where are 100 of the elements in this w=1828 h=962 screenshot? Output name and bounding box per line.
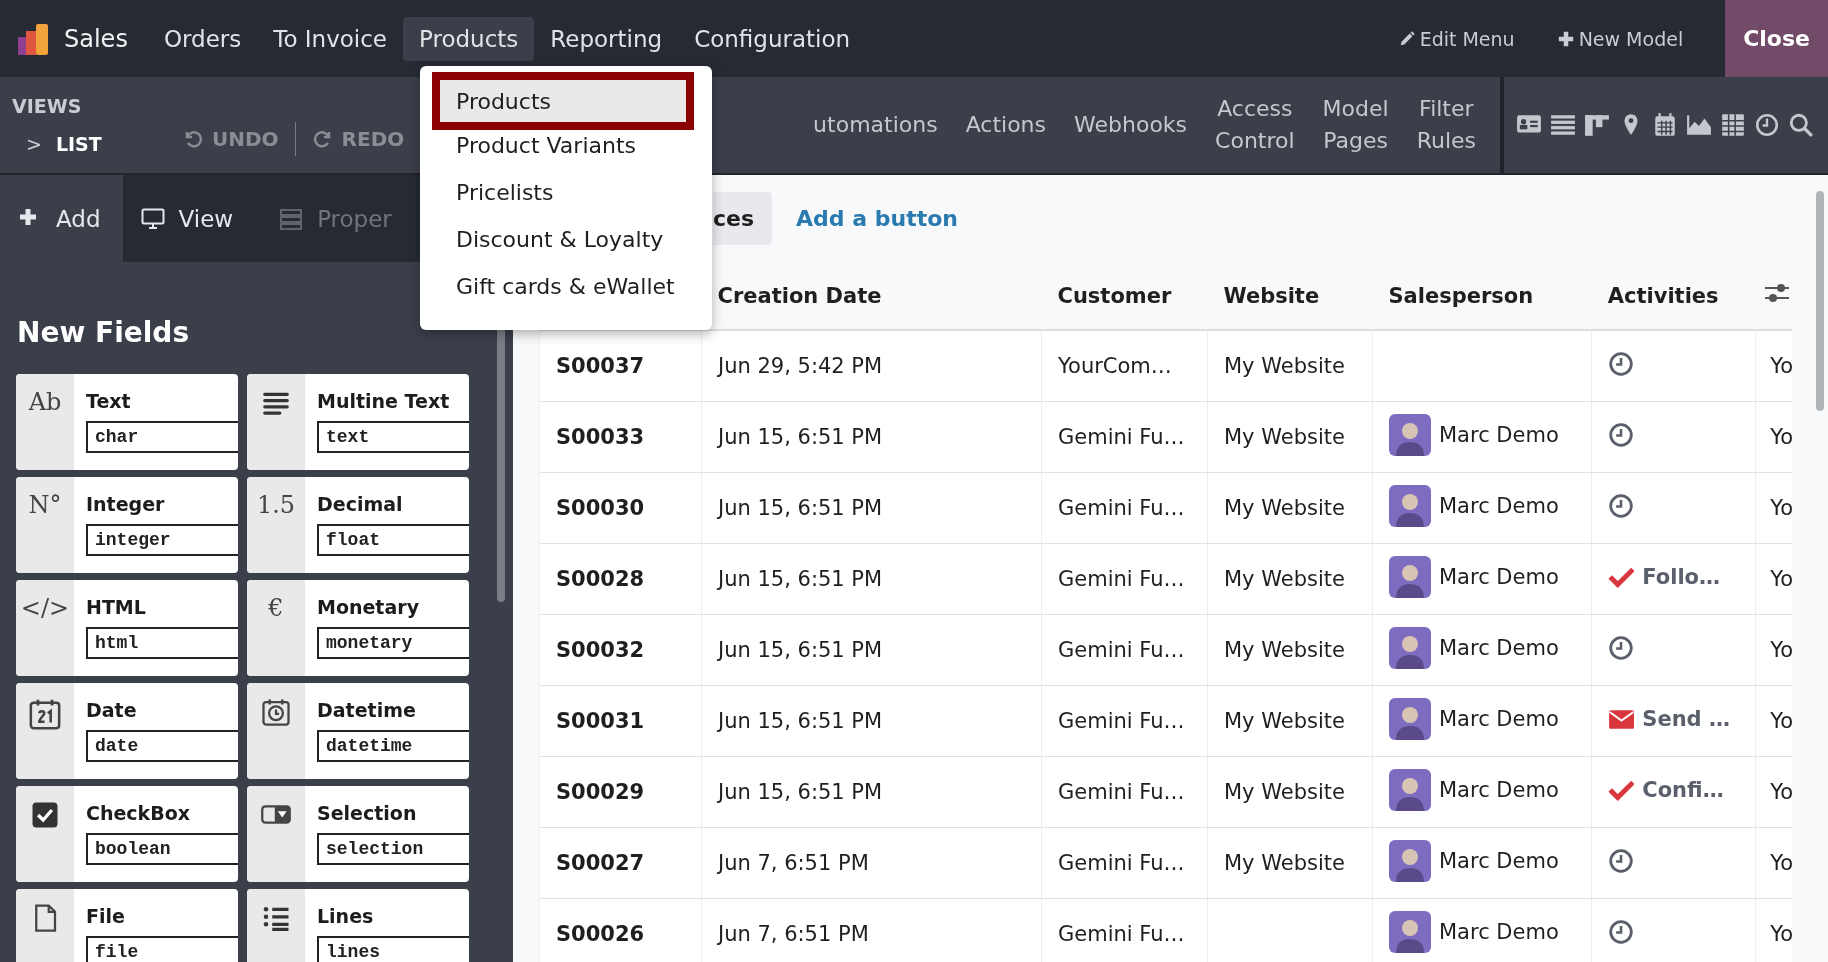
close-button[interactable]: Close bbox=[1725, 0, 1828, 77]
view-item[interactable]: LIST bbox=[55, 133, 102, 155]
menu-item[interactable]: Actions bbox=[965, 109, 1047, 141]
avatar-icon bbox=[1388, 555, 1431, 598]
column-header[interactable]: Salesperson bbox=[1388, 283, 1534, 308]
clock-icon[interactable] bbox=[1608, 421, 1635, 448]
order-number: S00029 bbox=[556, 780, 645, 804]
menu-item[interactable]: Products bbox=[403, 16, 535, 61]
clock-icon[interactable] bbox=[1608, 350, 1635, 377]
salesperson-name: Marc Demo bbox=[1438, 777, 1559, 802]
field-card[interactable]: € Monetary monetary bbox=[247, 580, 469, 676]
field-label: Datetime bbox=[317, 699, 417, 721]
field-card[interactable]: Selection selection bbox=[247, 786, 469, 882]
table-cell: Yo bbox=[1770, 922, 1792, 946]
sliders-icon[interactable] bbox=[1763, 282, 1790, 304]
search-icon[interactable] bbox=[1788, 112, 1814, 138]
field-card[interactable]: Lines lines bbox=[247, 889, 469, 962]
salesperson-name: Marc Demo bbox=[1438, 635, 1559, 660]
field-type-box: monetary bbox=[317, 627, 469, 659]
activity-summary[interactable]: Confi… bbox=[1642, 777, 1724, 802]
clock-icon[interactable] bbox=[1608, 492, 1635, 519]
clock-icon[interactable] bbox=[1608, 634, 1635, 661]
column-header[interactable]: Activities bbox=[1607, 283, 1719, 308]
menu-item[interactable]: Access Control bbox=[1215, 93, 1295, 157]
field-card[interactable]: 1.5 Decimal float bbox=[247, 477, 469, 573]
plus-icon bbox=[1556, 29, 1575, 48]
scrollbar[interactable] bbox=[1816, 191, 1824, 411]
field-card[interactable]: Datetime datetime bbox=[247, 683, 469, 779]
order-number: S00028 bbox=[556, 567, 645, 591]
salesperson-name: Marc Demo bbox=[1438, 919, 1559, 944]
field-card[interactable]: Ab Text char bbox=[16, 374, 238, 470]
table-cell: My Website bbox=[1224, 354, 1345, 378]
clock-icon[interactable] bbox=[1608, 847, 1635, 874]
area-chart-icon[interactable] bbox=[1686, 112, 1712, 138]
panel-tab[interactable]: View bbox=[122, 175, 256, 262]
menu-item[interactable]: Configuration bbox=[678, 16, 867, 61]
order-number: S00031 bbox=[556, 709, 645, 733]
panel-tab[interactable]: Add bbox=[0, 175, 123, 262]
order-number: S00033 bbox=[556, 425, 645, 449]
field-card[interactable]: N° Integer integer bbox=[16, 477, 238, 573]
dropdown-item[interactable]: Discount & Loyalty bbox=[420, 216, 712, 263]
activity-summary[interactable]: Send … bbox=[1642, 706, 1730, 731]
menu-item[interactable]: Filter Rules bbox=[1416, 93, 1476, 157]
field-type-box: integer bbox=[86, 524, 238, 556]
dropdown-item[interactable]: Pricelists bbox=[420, 169, 712, 216]
field-type-box: file bbox=[86, 936, 238, 962]
field-type-box: float bbox=[317, 524, 469, 556]
field-type-icon: N° bbox=[28, 493, 62, 517]
field-card[interactable]: Date date bbox=[16, 683, 238, 779]
table-cell: My Website bbox=[1224, 638, 1345, 662]
menu-item[interactable]: Orders bbox=[147, 16, 258, 61]
avatar-icon bbox=[1388, 626, 1431, 669]
clock-icon[interactable] bbox=[1608, 918, 1635, 945]
list-icon[interactable] bbox=[1550, 112, 1576, 138]
table-cell: My Website bbox=[1224, 425, 1345, 449]
pivot-table-icon[interactable] bbox=[1720, 112, 1746, 138]
table-cell: Yo bbox=[1770, 425, 1792, 449]
table-cell: Yo bbox=[1770, 567, 1792, 591]
salesperson-name: Marc Demo bbox=[1438, 848, 1559, 873]
app-name[interactable]: Sales bbox=[64, 24, 128, 53]
avatar-icon bbox=[1388, 910, 1431, 953]
menu-item[interactable]: Model Pages bbox=[1322, 93, 1389, 157]
menu-item[interactable]: To Invoice bbox=[257, 16, 403, 61]
chevron-icon: > bbox=[26, 133, 42, 155]
field-card[interactable]: File file bbox=[16, 889, 238, 962]
dropdown-item[interactable]: Products bbox=[432, 72, 694, 130]
field-card[interactable]: Multine Text text bbox=[247, 374, 469, 470]
column-header[interactable]: Customer bbox=[1057, 283, 1172, 308]
field-card[interactable]: CheckBox boolean bbox=[16, 786, 238, 882]
menu-item[interactable]: Webhooks bbox=[1074, 109, 1188, 141]
field-label: Text bbox=[86, 390, 132, 412]
dropdown-item[interactable]: Gift cards & eWallet bbox=[420, 263, 712, 310]
calendar-icon[interactable] bbox=[1652, 112, 1678, 138]
field-type-box: selection bbox=[317, 833, 469, 865]
menu-item[interactable]: Reporting bbox=[534, 16, 679, 61]
clock-icon[interactable] bbox=[1754, 112, 1780, 138]
order-number: S00027 bbox=[556, 851, 645, 875]
add-button-link[interactable]: Add a button bbox=[796, 206, 958, 231]
monitor-icon bbox=[140, 206, 165, 231]
field-label: Monetary bbox=[317, 596, 421, 618]
field-card[interactable]: </> HTML html bbox=[16, 580, 238, 676]
salesperson-name: Marc Demo bbox=[1438, 493, 1559, 518]
column-header[interactable]: Website bbox=[1223, 283, 1320, 308]
toolbar-button[interactable]: ces bbox=[713, 192, 773, 245]
table-cell: Jun 15, 6:51 PM bbox=[717, 496, 883, 520]
menu-item[interactable]: utomations bbox=[813, 109, 938, 141]
edit-menu-button[interactable]: Edit Menu bbox=[1397, 27, 1515, 50]
order-number: S00026 bbox=[556, 922, 645, 946]
column-header[interactable]: Creation Date bbox=[717, 283, 882, 308]
field-label: Selection bbox=[317, 802, 418, 824]
activity-summary[interactable]: Follo… bbox=[1642, 564, 1721, 589]
field-type-icon: € bbox=[268, 596, 284, 620]
field-type-icon: Ab bbox=[28, 390, 62, 414]
field-type-icon: </> bbox=[20, 596, 70, 620]
new-model-button[interactable]: New Model bbox=[1556, 27, 1684, 50]
field-type-box: char bbox=[86, 421, 238, 453]
field-label: Integer bbox=[86, 493, 166, 515]
avatar-icon bbox=[1388, 484, 1431, 527]
kanban-icon[interactable] bbox=[1584, 112, 1610, 138]
field-label: HTML bbox=[86, 596, 147, 618]
